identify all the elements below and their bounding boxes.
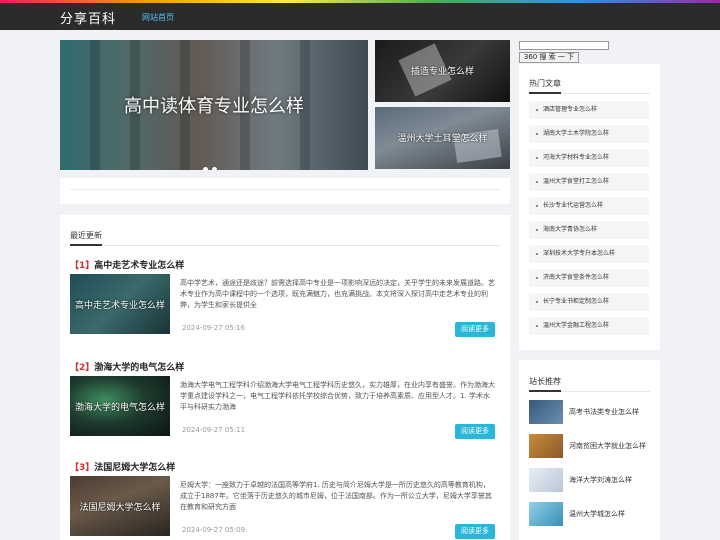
recommend-thumbnail <box>529 434 563 458</box>
article-date: 2024-09-27 05:09 <box>182 526 246 534</box>
article-item: 【3】法国尼姆大学怎么样 法国尼姆大学怎么样 尼姆大学：一座致力于卓越的法国高等… <box>70 460 500 540</box>
hot-articles-panel: 热门文章 酒店管理专业怎么样 湖南大学土木学院怎么样 河海大学材料专业怎么样 温… <box>519 64 660 350</box>
title-underline <box>529 390 561 392</box>
section-title: 站长推荐 <box>529 377 561 386</box>
hot-article-item[interactable]: 海南大学青协怎么样 <box>529 221 649 239</box>
thumbnail-label: 渤海大学的电气怎么样 <box>74 403 165 413</box>
site-logo[interactable]: 分享百科 <box>60 8 116 27</box>
article-date: 2024-09-27 05:11 <box>182 426 246 434</box>
section-title: 最近更新 <box>70 231 102 240</box>
recommend-item[interactable]: 河南贫困大学就业怎么样 <box>529 434 654 458</box>
search-input[interactable] <box>519 41 609 50</box>
article-title[interactable]: 【3】法国尼姆大学怎么样 <box>70 460 175 473</box>
recommend-item[interactable]: 高考书法类专业怎么样 <box>529 400 654 424</box>
hot-article-item[interactable]: 酒店管理专业怎么样 <box>529 101 649 119</box>
recommend-label: 温州大学城怎么样 <box>569 510 625 518</box>
thumbnail-label: 法国尼姆大学怎么样 <box>79 503 161 513</box>
hot-article-item[interactable]: 河海大学材料专业怎么样 <box>529 149 649 167</box>
article-item: 【2】渤海大学的电气怎么样 渤海大学的电气怎么样 渤海大学电气工程学科介绍渤海大… <box>70 360 500 455</box>
hot-article-item[interactable]: 湖南大学土木学院怎么样 <box>529 125 649 143</box>
hot-article-item[interactable]: 深圳技术大学专升本怎么样 <box>529 245 649 263</box>
article-summary: 渤海大学电气工程学科介绍渤海大学电气工程学科历史悠久，实力雄厚，在业内享有盛誉。… <box>180 381 495 411</box>
recommend-item[interactable]: 温州大学城怎么样 <box>529 502 654 526</box>
recommend-label: 高考书法类专业怎么样 <box>569 408 639 416</box>
read-more-button[interactable]: 阅读更多 <box>455 424 495 439</box>
read-more-button[interactable]: 阅读更多 <box>455 524 495 539</box>
recent-updates-panel: 最近更新 【1】高中走艺术专业怎么样 高中走艺术专业怎么样 高中学艺术，通途还是… <box>60 215 510 540</box>
divider <box>70 189 500 190</box>
hot-article-item[interactable]: 长沙专业代运营怎么样 <box>529 197 649 215</box>
carousel-dots <box>203 157 221 170</box>
hot-article-item[interactable]: 温州大学金融工程怎么样 <box>529 317 649 335</box>
hot-article-item[interactable]: 长宁专业书柜定制怎么样 <box>529 293 649 311</box>
article-summary: 尼姆大学：一座致力于卓越的法国高等学府1. 历史与简介尼姆大学是一所历史悠久的高… <box>180 481 492 511</box>
recommend-thumbnail <box>529 502 563 526</box>
recommend-thumbnail <box>529 400 563 424</box>
section-title: 热门文章 <box>529 79 561 88</box>
navbar: 分享百科 网站首页 <box>0 3 720 30</box>
article-thumbnail[interactable]: 高中走艺术专业怎么样 <box>70 274 170 334</box>
article-thumbnail[interactable]: 法国尼姆大学怎么样 <box>70 476 170 536</box>
feature-card[interactable]: 插造专业怎么样 <box>375 40 510 102</box>
article-summary: 高中学艺术，通途还是歧途？前需选择高中专业是一项影响深远的决定，关乎学生的未来发… <box>180 279 495 309</box>
article-thumbnail[interactable]: 渤海大学的电气怎么样 <box>70 376 170 436</box>
read-more-button[interactable]: 阅读更多 <box>455 322 495 337</box>
hot-article-item[interactable]: 温州大学食堂打工怎么样 <box>529 173 649 191</box>
banner-title: 高中读体育专业怎么样 <box>124 96 304 117</box>
feature-card-label: 插造专业怎么样 <box>410 67 474 77</box>
banner-carousel[interactable]: 高中读体育专业怎么样 <box>60 40 368 170</box>
recommend-thumbnail <box>529 468 563 492</box>
recommend-label: 海洋大学刘涛怎么样 <box>569 476 632 484</box>
article-item: 【1】高中走艺术专业怎么样 高中走艺术专业怎么样 高中学艺术，通途还是歧途？前需… <box>70 258 500 353</box>
feature-card-label: 温州大学土耳堂怎么样 <box>397 134 488 144</box>
nav-link-home[interactable]: 网站首页 <box>142 12 174 23</box>
article-date: 2024-09-27 05:16 <box>182 324 246 332</box>
recommend-panel: 站长推荐 高考书法类专业怎么样 河南贫困大学就业怎么样 海洋大学刘涛怎么样 温州… <box>519 360 660 540</box>
search-button[interactable]: 360 搜 索 一 下 <box>519 52 579 63</box>
thumbnail-label: 高中走艺术专业怎么样 <box>74 301 165 311</box>
recommend-item[interactable]: 海洋大学刘涛怎么样 <box>529 468 654 492</box>
title-underline <box>529 92 561 94</box>
carousel-dot[interactable] <box>203 167 208 170</box>
title-underline <box>70 244 102 246</box>
recommend-label: 河南贫困大学就业怎么样 <box>569 442 646 450</box>
divider <box>70 245 500 246</box>
article-title[interactable]: 【2】渤海大学的电气怎么样 <box>70 360 184 373</box>
article-title[interactable]: 【1】高中走艺术专业怎么样 <box>70 258 184 271</box>
hot-article-item[interactable]: 济南大学食堂条件怎么样 <box>529 269 649 287</box>
feature-card[interactable]: 温州大学土耳堂怎么样 <box>375 107 510 169</box>
notice-strip <box>60 178 510 204</box>
carousel-dot[interactable] <box>212 167 217 170</box>
